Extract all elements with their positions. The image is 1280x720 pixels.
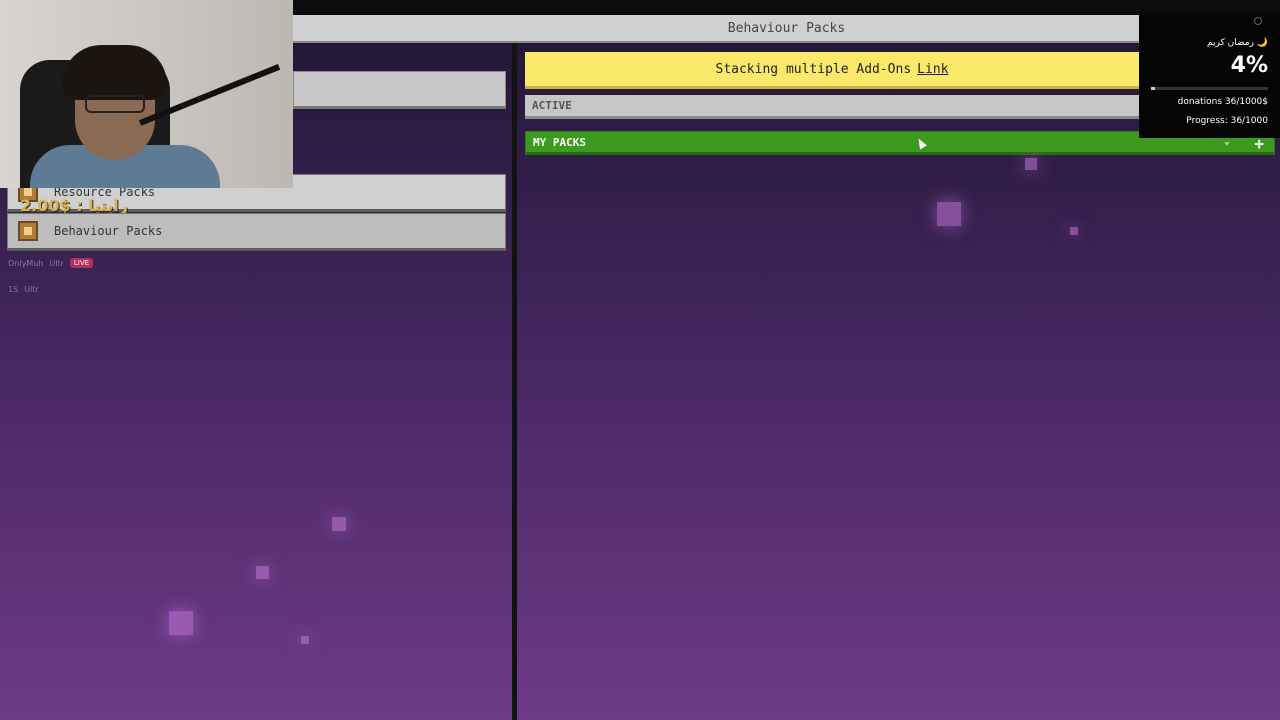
goal-progress-fill [1151, 87, 1156, 90]
goal-percent: 4% [1230, 53, 1268, 78]
info-banner: Stacking multiple Add-Ons Link [525, 52, 1139, 89]
particle [169, 611, 193, 635]
webcam-overlay [0, 0, 293, 188]
particle [1070, 227, 1078, 235]
banner-text: Stacking multiple Add-Ons [715, 61, 912, 77]
particle [1025, 158, 1037, 170]
sidebar-item-behaviour-packs[interactable]: Behaviour Packs [7, 213, 506, 251]
page-title: Behaviour Packs [727, 21, 846, 36]
section-label: MY PACKS [533, 135, 586, 149]
chat-badge: Ultr [49, 258, 64, 268]
banner-link[interactable]: Link [917, 62, 948, 77]
status-dot-icon [1254, 17, 1262, 25]
chat-badge: Ultr [24, 285, 39, 294]
chat-line: OnlyMuh Ultr LIVE [8, 258, 94, 268]
particle [301, 636, 309, 644]
particle [256, 566, 269, 579]
left-panel-header [293, 71, 506, 109]
streamer-hair [62, 45, 167, 100]
section-active[interactable]: ACTIVE [525, 95, 1139, 119]
pack-icon [18, 221, 38, 241]
donation-goal-widget: رمضان كريم 🌙 4% donations 36/1000$ Progr… [1139, 15, 1280, 138]
title-bar: Behaviour Packs [293, 15, 1280, 43]
glasses-icon [85, 95, 145, 113]
particle [937, 202, 961, 226]
sidebar-item-label: Behaviour Packs [54, 224, 163, 238]
panel-divider [512, 43, 517, 720]
donations-text: donations 36/1000$ [1177, 97, 1268, 107]
goal-progress-bar [1151, 87, 1268, 90]
chat-user: 1S [8, 285, 19, 294]
chat-line: 1S Ultr [8, 285, 39, 294]
section-label: ACTIVE [532, 99, 572, 112]
live-badge: LIVE [69, 258, 94, 268]
greeting-text: رمضان كريم 🌙 [1206, 38, 1268, 48]
chat-user: OnlyMuh [8, 258, 44, 268]
particle [332, 517, 346, 531]
progress-text: Progress: 36/1000 [1186, 116, 1268, 126]
